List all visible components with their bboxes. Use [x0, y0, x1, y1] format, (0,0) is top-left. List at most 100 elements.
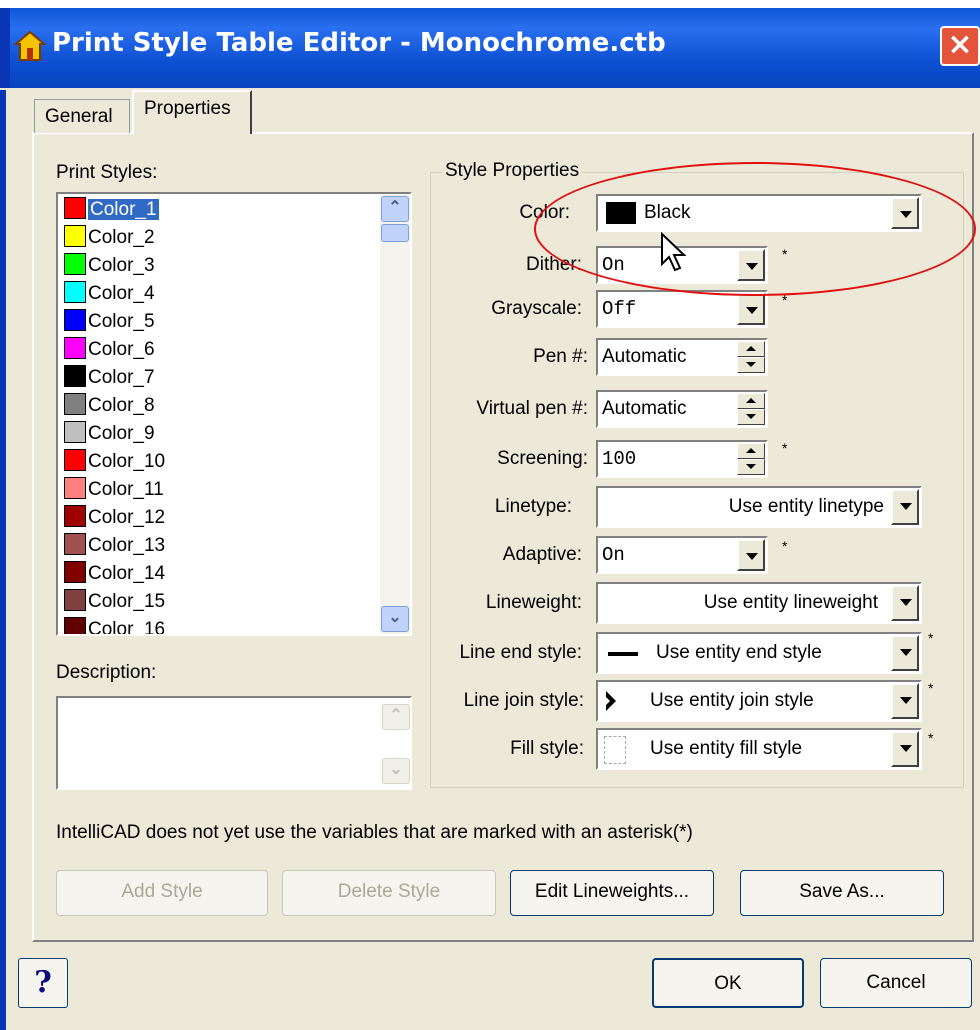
- list-item[interactable]: Color_16: [64, 616, 165, 634]
- grayscale-asterisk: *: [782, 292, 788, 308]
- color-swatch: [64, 421, 86, 443]
- list-item[interactable]: Color_14: [64, 560, 165, 587]
- virtual-pen-spinner[interactable]: Automatic: [596, 390, 768, 428]
- cancel-button[interactable]: Cancel: [820, 958, 972, 1008]
- color-swatch: [64, 281, 86, 303]
- color-select[interactable]: Black: [596, 194, 922, 232]
- color-dropdown-button[interactable]: [891, 197, 919, 229]
- window-title: Print Style Table Editor - Monochrome.ct…: [52, 28, 666, 58]
- add-style-button[interactable]: Add Style: [56, 870, 268, 916]
- style-properties-title: Style Properties: [442, 160, 583, 182]
- pen-label: Pen #:: [533, 346, 588, 367]
- top-strip: [0, 0, 980, 8]
- list-item-label: Color_14: [88, 563, 166, 584]
- color-swatch: [64, 225, 86, 247]
- list-item[interactable]: Color_1: [64, 196, 160, 223]
- color-swatch: [64, 477, 86, 499]
- line-end-style-select[interactable]: Use entity end style: [596, 632, 922, 674]
- fill-style-value: Use entity fill style: [650, 738, 803, 759]
- ok-button[interactable]: OK: [652, 958, 804, 1008]
- list-item-label: Color_13: [88, 535, 166, 556]
- dither-label: Dither:: [526, 254, 582, 275]
- screening-spinner[interactable]: 100: [596, 440, 768, 478]
- color-value: Black: [644, 202, 691, 223]
- window-frame-left: [0, 90, 6, 1030]
- lineweight-value: Use entity lineweight: [703, 592, 878, 613]
- color-swatch: [64, 197, 86, 219]
- list-item-label: Color_8: [88, 395, 155, 416]
- color-swatch: [606, 202, 636, 224]
- list-item[interactable]: Color_8: [64, 392, 155, 419]
- fill-style-select[interactable]: Use entity fill style: [596, 728, 922, 770]
- list-item[interactable]: Color_9: [64, 420, 155, 447]
- virtual-pen-spin-buttons[interactable]: [737, 393, 765, 425]
- close-button[interactable]: ×: [940, 26, 980, 66]
- dither-dropdown-button[interactable]: [737, 249, 765, 281]
- list-item[interactable]: Color_13: [64, 532, 165, 559]
- list-item-label: Color_5: [88, 311, 155, 332]
- color-swatch: [64, 365, 86, 387]
- list-item[interactable]: Color_3: [64, 252, 155, 279]
- color-label: Color:: [519, 202, 570, 223]
- linetype-select[interactable]: Use entity linetype: [596, 486, 922, 528]
- list-item[interactable]: Color_11: [64, 476, 164, 503]
- screening-label: Screening:: [497, 448, 588, 469]
- list-item[interactable]: Color_2: [64, 224, 155, 251]
- fill-style-dropdown-button[interactable]: [891, 731, 919, 767]
- list-item-label: Color_2: [88, 227, 155, 248]
- pen-spin-buttons[interactable]: [737, 341, 765, 373]
- scroll-thumb[interactable]: [381, 224, 409, 242]
- delete-style-button[interactable]: Delete Style: [282, 870, 496, 916]
- print-styles-listbox[interactable]: Color_1 Color_2 Color_3 Color_4 Color_5 Color…: [56, 192, 412, 636]
- dither-value: On: [602, 254, 625, 276]
- color-swatch: [64, 589, 86, 611]
- linetype-label: Linetype:: [494, 496, 572, 517]
- line-join-style-dropdown-button[interactable]: [891, 683, 919, 719]
- print-styles-label: Print Styles:: [56, 162, 158, 183]
- scroll-up-button[interactable]: ⌃: [381, 196, 409, 222]
- help-button[interactable]: ?: [18, 958, 68, 1008]
- dither-asterisk: *: [782, 246, 788, 262]
- list-item[interactable]: Color_6: [64, 336, 155, 363]
- color-swatch: [64, 561, 86, 583]
- description-textarea[interactable]: ⌃ ⌄: [56, 696, 412, 790]
- tab-properties[interactable]: Properties: [132, 90, 252, 134]
- scroll-down-button[interactable]: ⌄: [381, 606, 409, 632]
- grayscale-dropdown-button[interactable]: [737, 293, 765, 325]
- edit-lineweights-button[interactable]: Edit Lineweights...: [510, 870, 714, 916]
- save-as-button[interactable]: Save As...: [740, 870, 944, 916]
- grayscale-select[interactable]: Off: [596, 290, 768, 328]
- linetype-dropdown-button[interactable]: [891, 489, 919, 525]
- line-join-style-select[interactable]: Use entity join style: [596, 680, 922, 722]
- lineweight-select[interactable]: Use entity lineweight: [596, 582, 922, 624]
- lineweight-dropdown-button[interactable]: [891, 585, 919, 621]
- virtual-pen-value: Automatic: [602, 398, 687, 419]
- list-item-label: Color_10: [88, 451, 166, 472]
- list-item[interactable]: Color_5: [64, 308, 155, 335]
- color-swatch: [64, 617, 86, 634]
- tab-general[interactable]: General: [34, 99, 130, 133]
- line-join-style-label: Line join style:: [463, 690, 584, 711]
- grayscale-value: Off: [602, 298, 637, 320]
- adaptive-dropdown-button[interactable]: [737, 539, 765, 571]
- color-swatch: [64, 533, 86, 555]
- list-item-label: Color_7: [88, 367, 155, 388]
- grayscale-label: Grayscale:: [491, 298, 582, 319]
- list-item[interactable]: Color_15: [64, 588, 165, 615]
- line-join-style-value: Use entity join style: [650, 690, 814, 711]
- screening-spin-buttons[interactable]: [737, 443, 765, 475]
- line-end-style-dropdown-button[interactable]: [891, 635, 919, 671]
- list-item-label: Color_6: [88, 339, 155, 360]
- color-swatch: [64, 253, 86, 275]
- list-item[interactable]: Color_7: [64, 364, 155, 391]
- list-item[interactable]: Color_4: [64, 280, 155, 307]
- list-item-label: Color_4: [88, 283, 155, 304]
- line-end-style-label: Line end style:: [459, 642, 582, 663]
- list-item[interactable]: Color_12: [64, 504, 165, 531]
- styles-scrollbar[interactable]: ⌃ ⌄: [380, 194, 410, 634]
- list-item-label: Color_3: [88, 255, 155, 276]
- adaptive-select[interactable]: On: [596, 536, 768, 574]
- pen-spinner[interactable]: Automatic: [596, 338, 768, 376]
- list-item[interactable]: Color_10: [64, 448, 165, 475]
- color-swatch: [64, 449, 86, 471]
